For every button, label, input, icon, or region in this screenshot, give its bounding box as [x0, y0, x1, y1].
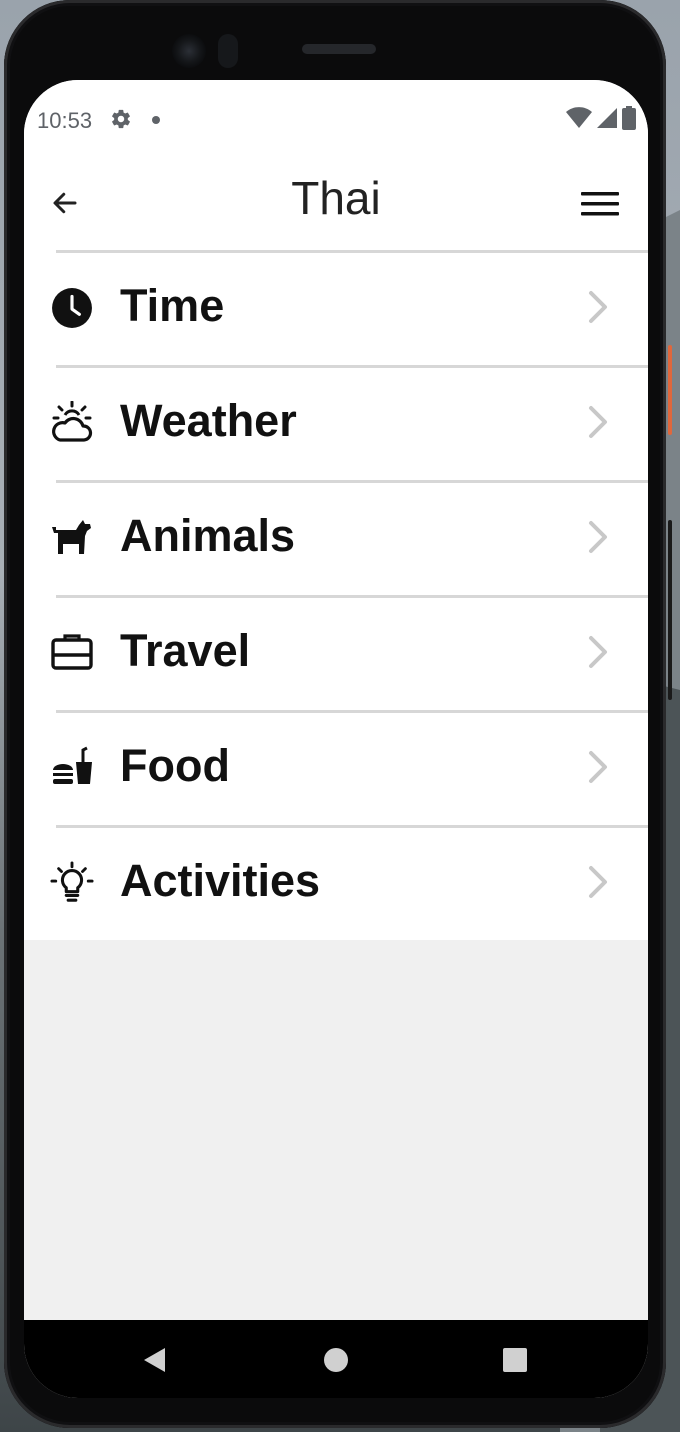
weather-cloud-sun-icon	[50, 401, 94, 445]
fast-food-icon	[50, 746, 94, 790]
nav-back-button[interactable]	[138, 1344, 170, 1376]
category-label: Food	[120, 740, 230, 791]
system-navigation-bar	[24, 1320, 648, 1398]
page-title: Thai	[291, 172, 381, 224]
category-row-weather[interactable]: Weather	[24, 365, 648, 480]
volume-button	[668, 345, 672, 435]
dog-icon	[50, 516, 94, 560]
app-bar: Thai	[24, 156, 648, 250]
device-screen: 10:53 Thai Time Weather Animals Travel F…	[24, 80, 648, 1398]
battery-icon	[622, 106, 636, 130]
suitcase-icon	[50, 631, 94, 675]
settings-gear-icon	[112, 109, 130, 129]
category-row-animals[interactable]: Animals	[24, 480, 648, 595]
nav-back-icon	[144, 1348, 165, 1372]
chevron-right-icon	[589, 406, 607, 438]
status-bar: 10:53	[24, 80, 648, 156]
nav-home-button[interactable]	[320, 1344, 352, 1376]
wifi-icon	[566, 107, 592, 128]
nav-recents-button[interactable]	[499, 1344, 531, 1376]
front-camera	[172, 34, 206, 68]
notification-dot-icon	[152, 116, 160, 124]
category-label: Time	[120, 280, 225, 331]
clock-icon	[50, 286, 94, 330]
cellular-signal-icon	[597, 108, 617, 128]
category-label: Travel	[120, 625, 251, 676]
lightbulb-icon	[50, 861, 94, 905]
hamburger-menu-icon	[581, 192, 619, 216]
chevron-right-icon	[589, 521, 607, 553]
chevron-right-icon	[589, 866, 607, 898]
category-label: Weather	[120, 395, 297, 446]
camera-sensor	[218, 34, 238, 68]
nav-home-icon	[324, 1348, 348, 1372]
category-row-travel[interactable]: Travel	[24, 595, 648, 710]
category-row-food[interactable]: Food	[24, 710, 648, 825]
category-label: Animals	[120, 510, 296, 561]
chevron-right-icon	[589, 751, 607, 783]
chevron-right-icon	[589, 291, 607, 323]
nav-recents-icon	[503, 1348, 527, 1372]
status-icons	[566, 106, 636, 130]
category-label: Activities	[120, 855, 321, 906]
power-button	[668, 520, 672, 700]
category-list: Time Weather Animals Travel Food Activit…	[24, 250, 648, 940]
status-time: 10:53	[37, 108, 93, 133]
menu-button[interactable]	[578, 184, 622, 224]
category-row-activities[interactable]: Activities	[24, 825, 648, 940]
chevron-right-icon	[589, 636, 607, 668]
earpiece-speaker	[302, 44, 376, 54]
category-row-time[interactable]: Time	[24, 250, 648, 365]
